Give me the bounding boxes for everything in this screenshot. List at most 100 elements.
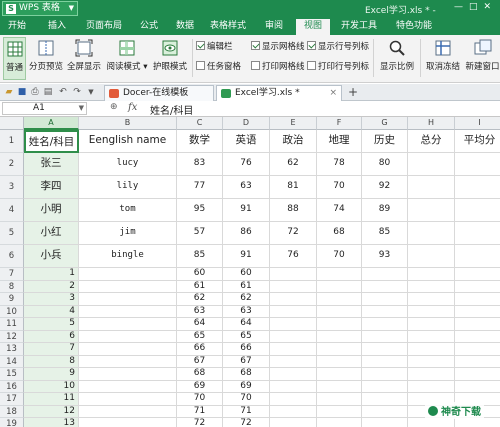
table-cell[interactable] (270, 330, 317, 343)
table-cell[interactable] (270, 355, 317, 368)
table-cell[interactable]: 69 (177, 380, 223, 393)
tab-docer-templates[interactable]: Docer-在线模板 (104, 85, 214, 101)
column-header[interactable]: C (177, 117, 223, 130)
formula-input[interactable]: 姓名/科目 (150, 102, 193, 117)
row-header[interactable]: 16 (0, 380, 24, 393)
column-header[interactable]: G (362, 117, 408, 130)
checkbox-icon[interactable] (307, 61, 316, 70)
table-cell[interactable] (455, 331, 500, 343)
table-cell[interactable] (455, 199, 500, 222)
table-cell[interactable]: 4 (24, 305, 79, 318)
table-cell[interactable]: 2 (24, 280, 79, 293)
table-cell[interactable] (408, 418, 455, 427)
column-header[interactable]: I (455, 117, 500, 130)
table-cell[interactable] (408, 293, 455, 306)
unfreeze-button[interactable]: 取消冻结 (424, 37, 462, 80)
table-cell[interactable] (270, 368, 317, 381)
table-cell[interactable]: 11 (24, 393, 79, 406)
checkbox-icon[interactable] (251, 41, 260, 50)
zoom-icon[interactable]: ⊕ (110, 102, 118, 112)
checkbox-icon[interactable] (251, 61, 260, 70)
header-cell[interactable]: 数学 (177, 130, 223, 153)
table-cell[interactable] (408, 343, 455, 356)
table-cell[interactable] (317, 293, 362, 306)
table-cell[interactable]: 7 (24, 343, 79, 356)
row-header[interactable]: 6 (0, 245, 24, 268)
menu-item[interactable]: 特色功能 (392, 17, 436, 35)
table-cell[interactable] (317, 343, 362, 356)
table-cell[interactable] (317, 418, 362, 427)
header-cell[interactable]: 政治 (270, 130, 317, 153)
table-cell[interactable] (270, 405, 317, 418)
table-cell[interactable] (362, 368, 408, 381)
row-header[interactable]: 8 (0, 280, 24, 293)
table-cell[interactable]: 61 (177, 280, 223, 293)
close-tab-icon[interactable]: × (329, 86, 337, 100)
table-cell[interactable]: 小红 (24, 222, 79, 245)
header-cell[interactable]: 总分 (408, 130, 455, 153)
table-cell[interactable] (362, 380, 408, 393)
row-header[interactable]: 17 (0, 393, 24, 406)
table-cell[interactable] (455, 245, 500, 268)
table-cell[interactable]: 78 (317, 153, 362, 176)
table-cell[interactable]: 61 (223, 280, 270, 293)
table-cell[interactable] (270, 418, 317, 427)
table-cell[interactable] (455, 153, 500, 176)
spreadsheet-grid[interactable]: A B C D E F G H I 1 姓名/科目 Eenglish name 数学 英语 政治 地理 历史 总分… (0, 117, 500, 427)
table-cell[interactable]: 67 (223, 355, 270, 368)
name-box[interactable]: A1 ▼ (2, 102, 87, 115)
header-cell[interactable]: 英语 (223, 130, 270, 153)
table-cell[interactable]: 95 (177, 199, 223, 222)
row-header[interactable]: 12 (0, 330, 24, 343)
header-cell[interactable]: Eenglish name (79, 130, 177, 153)
column-header[interactable]: A (24, 117, 79, 130)
header-cell[interactable]: 平均分 (455, 130, 500, 153)
window-controls[interactable]: —□✕ (454, 2, 497, 12)
row-header[interactable]: 10 (0, 305, 24, 318)
table-cell[interactable] (270, 393, 317, 406)
row-header[interactable]: 13 (0, 343, 24, 356)
table-cell[interactable]: 小兵 (24, 245, 79, 268)
table-cell[interactable] (362, 305, 408, 318)
table-cell[interactable] (270, 268, 317, 281)
table-cell[interactable] (408, 305, 455, 318)
table-cell[interactable] (408, 153, 455, 176)
eye-protection-button[interactable]: 护眼模式 (152, 37, 188, 80)
preview-icon[interactable]: ▤ (43, 87, 53, 97)
redo-icon[interactable]: ↷ (72, 87, 82, 97)
column-header[interactable]: B (79, 117, 177, 130)
table-cell[interactable] (317, 268, 362, 281)
row-header[interactable]: 3 (0, 176, 24, 199)
table-cell[interactable] (79, 280, 177, 293)
checkbox-icon[interactable] (307, 41, 316, 50)
table-cell[interactable]: 86 (223, 222, 270, 245)
table-cell[interactable] (79, 330, 177, 343)
menu-item[interactable]: 开始 (2, 17, 32, 35)
normal-view-button[interactable]: 普通 (3, 37, 26, 80)
table-cell[interactable] (270, 280, 317, 293)
row-header[interactable]: 9 (0, 293, 24, 306)
table-cell[interactable]: 68 (317, 222, 362, 245)
add-tab-icon[interactable]: + (348, 85, 358, 99)
row-header[interactable]: 4 (0, 199, 24, 222)
column-header[interactable]: D (223, 117, 270, 130)
row-header[interactable]: 15 (0, 368, 24, 381)
tab-excel-file[interactable]: Excel学习.xls * × (216, 85, 342, 101)
table-cell[interactable]: 62 (223, 293, 270, 306)
table-cell[interactable]: 69 (223, 380, 270, 393)
table-cell[interactable]: 李四 (24, 176, 79, 199)
chevron-down-icon[interactable]: ▼ (79, 103, 84, 114)
table-cell[interactable] (79, 405, 177, 418)
table-cell[interactable] (317, 330, 362, 343)
table-cell[interactable]: 77 (177, 176, 223, 199)
table-cell[interactable] (79, 368, 177, 381)
table-cell[interactable]: 12 (24, 405, 79, 418)
table-cell[interactable]: 70 (177, 393, 223, 406)
row-header[interactable]: 7 (0, 268, 24, 281)
table-cell[interactable] (317, 280, 362, 293)
table-cell[interactable] (317, 405, 362, 418)
table-cell[interactable] (408, 318, 455, 331)
table-cell[interactable]: 5 (24, 318, 79, 331)
check-print-gridlines[interactable]: 打印网格线 (251, 60, 305, 74)
table-cell[interactable] (408, 368, 455, 381)
